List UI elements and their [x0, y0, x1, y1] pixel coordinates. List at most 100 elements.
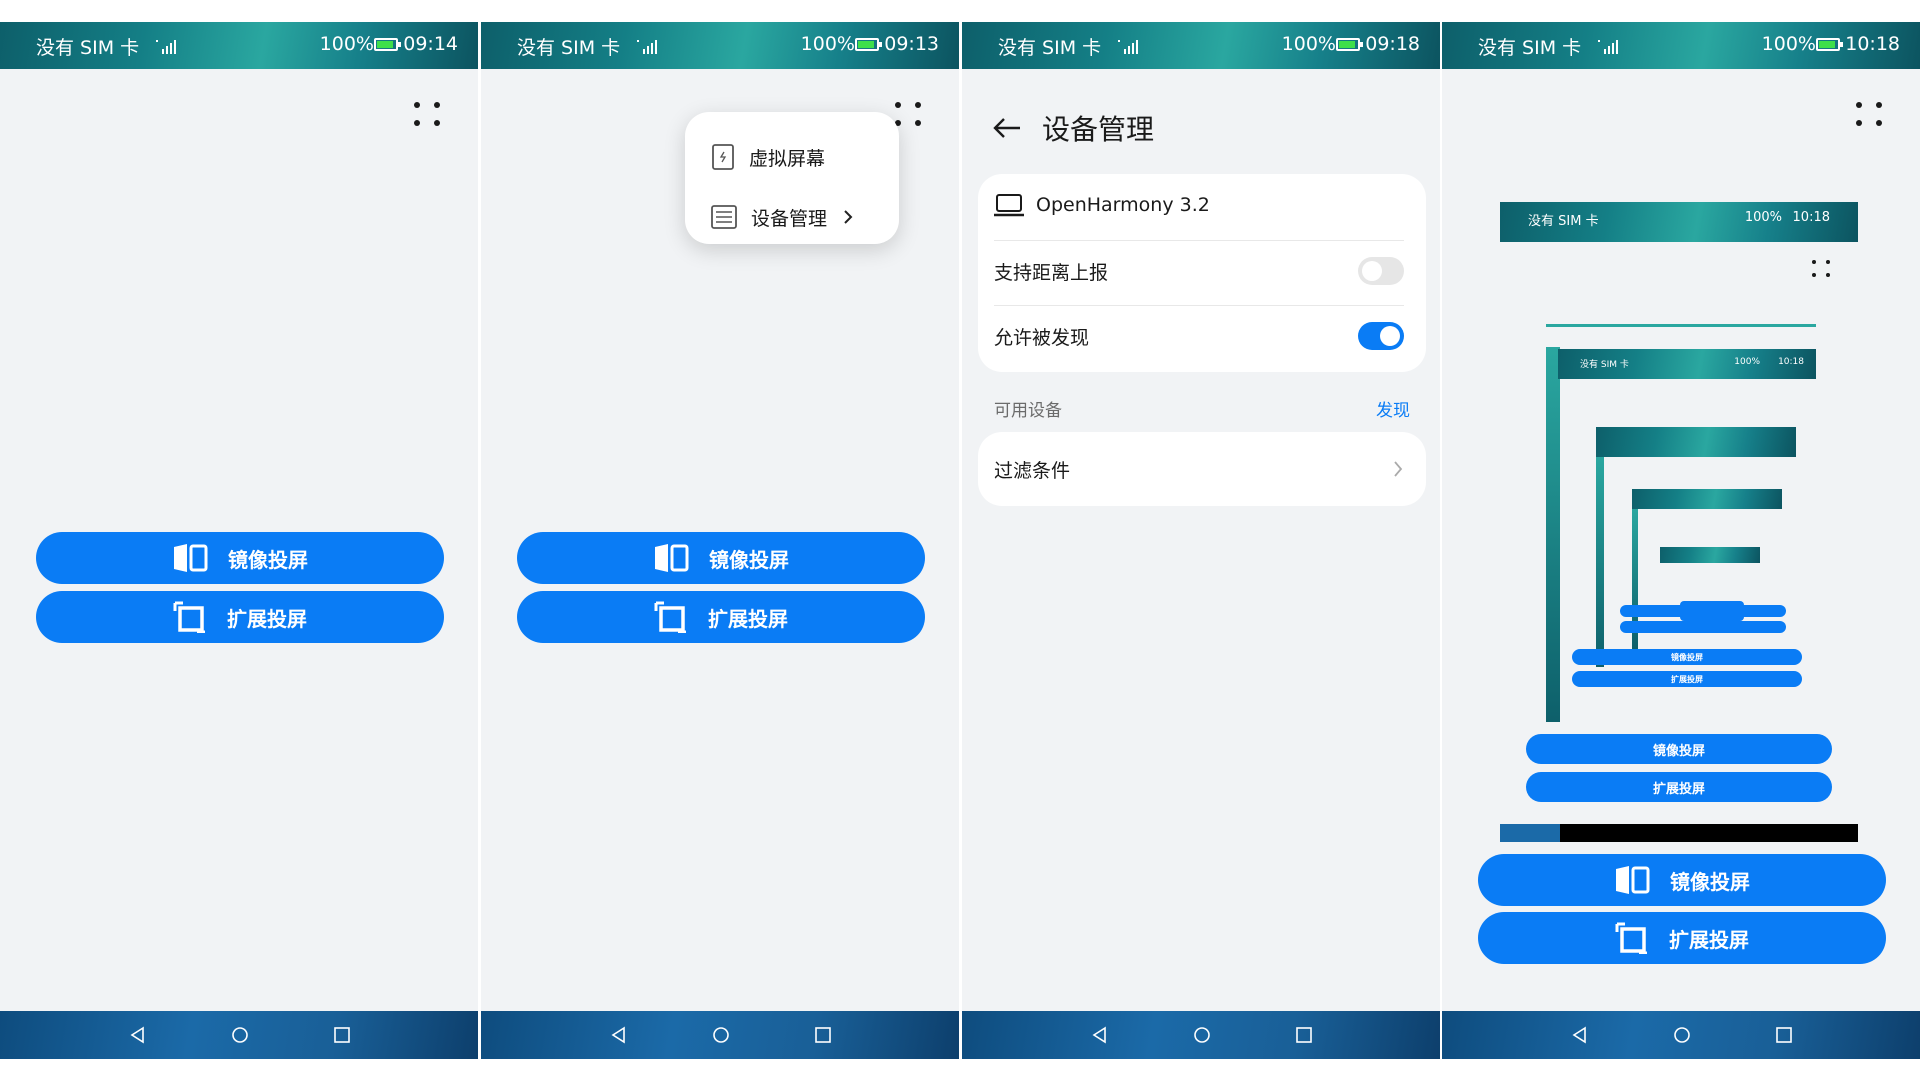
- home-icon[interactable]: [1192, 1025, 1212, 1045]
- sim-status: 没有 SIM 卡: [36, 37, 140, 59]
- extend-cast-label: 扩展投屏: [227, 608, 307, 631]
- status-bar: 没有 SIM 卡 100% 10:18: [1442, 22, 1920, 69]
- battery-percent: 100%: [1761, 33, 1816, 55]
- nested-edge-decoration: [1596, 457, 1604, 667]
- back-icon[interactable]: [1090, 1025, 1110, 1045]
- extend-icon: [654, 601, 686, 633]
- signal-icon: [1598, 40, 1618, 54]
- screen-2: 没有 SIM 卡 100% 09:13 虚拟屏幕 设备管理 镜像投屏 扩展投屏: [481, 22, 959, 1059]
- menu-item-label: 设备管理: [751, 207, 828, 230]
- nested-extend-button: 扩展投屏: [1572, 671, 1802, 687]
- nested-extend-button: 扩展投屏: [1526, 772, 1832, 802]
- battery-icon: [1336, 38, 1363, 51]
- mirror-cast-button[interactable]: 镜像投屏: [36, 532, 444, 584]
- laptop-icon: [994, 194, 1024, 217]
- nested-button: [1620, 621, 1786, 633]
- toggle-knob: [1362, 261, 1382, 281]
- battery-percent: 100%: [319, 33, 374, 55]
- navigation-bar: [962, 1011, 1440, 1059]
- mirror-icon: [174, 544, 208, 572]
- device-name: OpenHarmony 3.2: [1036, 194, 1210, 216]
- nested-extend-label: 扩展投屏: [1671, 674, 1703, 684]
- signal-icon: [637, 40, 657, 54]
- battery-icon: [855, 38, 882, 51]
- chevron-right-icon: [844, 210, 853, 224]
- more-icon[interactable]: [895, 100, 925, 130]
- menu-item-virtual-screen[interactable]: 虚拟屏幕: [711, 142, 825, 172]
- extend-cast-button[interactable]: 扩展投屏: [36, 591, 444, 643]
- signal-icon: [156, 40, 176, 54]
- home-icon[interactable]: [230, 1025, 250, 1045]
- screen-1: 没有 SIM 卡 100% 09:14 镜像投屏 扩展投屏: [0, 22, 478, 1059]
- popup-menu: 虚拟屏幕 设备管理: [685, 112, 899, 244]
- nested-mirror-label: 镜像投屏: [1671, 652, 1703, 662]
- screen-4-casting: 没有 SIM 卡 100% 10:18 没有 SIM 卡 100% 10:18 …: [1442, 22, 1920, 1059]
- battery-icon: [374, 38, 401, 51]
- nested-battery: 100%: [1734, 357, 1760, 367]
- available-devices-label: 可用设备: [994, 401, 1062, 421]
- status-bar: 没有 SIM 卡 100% 09:18: [962, 22, 1440, 69]
- home-icon[interactable]: [1672, 1025, 1692, 1045]
- virtual-screen-icon: [712, 144, 734, 170]
- battery-icon: [1816, 38, 1843, 51]
- nested-more-icon: [1812, 260, 1832, 280]
- toggle-knob: [1380, 326, 1400, 346]
- back-icon[interactable]: [128, 1025, 148, 1045]
- mirror-cast-button[interactable]: 镜像投屏: [1478, 854, 1886, 906]
- nested-status-bar: 没有 SIM 卡 100% 10:18: [1558, 349, 1816, 379]
- recent-apps-icon[interactable]: [813, 1025, 833, 1045]
- nested-sim-status: 没有 SIM 卡: [1528, 214, 1599, 229]
- battery-percent: 100%: [800, 33, 855, 55]
- device-list-icon: [711, 205, 737, 229]
- support-distance-toggle[interactable]: [1358, 257, 1404, 285]
- back-icon[interactable]: [1570, 1025, 1590, 1045]
- back-icon[interactable]: [609, 1025, 629, 1045]
- allow-discover-toggle[interactable]: [1358, 322, 1404, 350]
- extend-icon: [173, 601, 205, 633]
- mirror-cast-label: 镜像投屏: [1670, 871, 1750, 894]
- screen-3-device-management: 没有 SIM 卡 100% 09:18 设备管理 OpenHarmony 3.2…: [962, 22, 1440, 1059]
- page-title: 设备管理: [1042, 113, 1155, 146]
- support-distance-label: 支持距离上报: [994, 261, 1109, 284]
- recent-apps-icon[interactable]: [332, 1025, 352, 1045]
- nested-button: [1620, 605, 1786, 617]
- navigation-bar: [1442, 1011, 1920, 1059]
- extend-cast-button[interactable]: 扩展投屏: [1478, 912, 1886, 964]
- nested-status-bar: [1660, 547, 1760, 563]
- sim-status: 没有 SIM 卡: [1478, 37, 1582, 59]
- clock: 09:18: [1365, 33, 1420, 55]
- nested-status-bar: 没有 SIM 卡 100% 10:18: [1500, 202, 1858, 242]
- nested-mirror-label: 镜像投屏: [1652, 743, 1705, 759]
- filter-card[interactable]: 过滤条件: [978, 432, 1426, 506]
- menu-item-device-management[interactable]: 设备管理: [711, 202, 855, 232]
- nested-clock: 10:18: [1792, 210, 1830, 225]
- home-icon[interactable]: [711, 1025, 731, 1045]
- extend-cast-button[interactable]: 扩展投屏: [517, 591, 925, 643]
- clock: 09:13: [884, 33, 939, 55]
- device-settings-card: OpenHarmony 3.2 支持距离上报 允许被发现: [978, 174, 1426, 372]
- extend-cast-label: 扩展投屏: [1669, 929, 1749, 952]
- extend-cast-label: 扩展投屏: [708, 608, 788, 631]
- allow-discover-label: 允许被发现: [994, 326, 1090, 349]
- nested-edge-decoration: [1546, 347, 1560, 722]
- recent-apps-icon[interactable]: [1774, 1025, 1794, 1045]
- device-row: OpenHarmony 3.2: [994, 174, 1404, 236]
- discover-link[interactable]: 发现: [1376, 396, 1410, 421]
- more-icon[interactable]: [414, 100, 444, 130]
- nested-preview-level-3: [1596, 427, 1796, 667]
- page-header: 设备管理: [992, 108, 1154, 148]
- clock: 10:18: [1845, 33, 1900, 55]
- mirror-cast-button[interactable]: 镜像投屏: [517, 532, 925, 584]
- menu-item-label: 虚拟屏幕: [749, 147, 826, 170]
- more-icon[interactable]: [1856, 100, 1886, 130]
- nested-preview-level-2: 没有 SIM 卡 100% 10:18 镜像投屏 扩展投屏: [1546, 324, 1816, 722]
- nested-status-bar: [1596, 427, 1796, 457]
- nested-status-bar: [1632, 489, 1782, 509]
- nested-sim-status: 没有 SIM 卡: [1580, 360, 1629, 370]
- nested-bottom-accent: [1500, 824, 1560, 842]
- status-bar: 没有 SIM 卡 100% 09:13: [481, 22, 959, 69]
- recent-apps-icon[interactable]: [1294, 1025, 1314, 1045]
- nested-mirror-button: 镜像投屏: [1526, 734, 1832, 764]
- back-arrow-icon[interactable]: [992, 116, 1022, 140]
- filter-row: 过滤条件: [994, 438, 1404, 500]
